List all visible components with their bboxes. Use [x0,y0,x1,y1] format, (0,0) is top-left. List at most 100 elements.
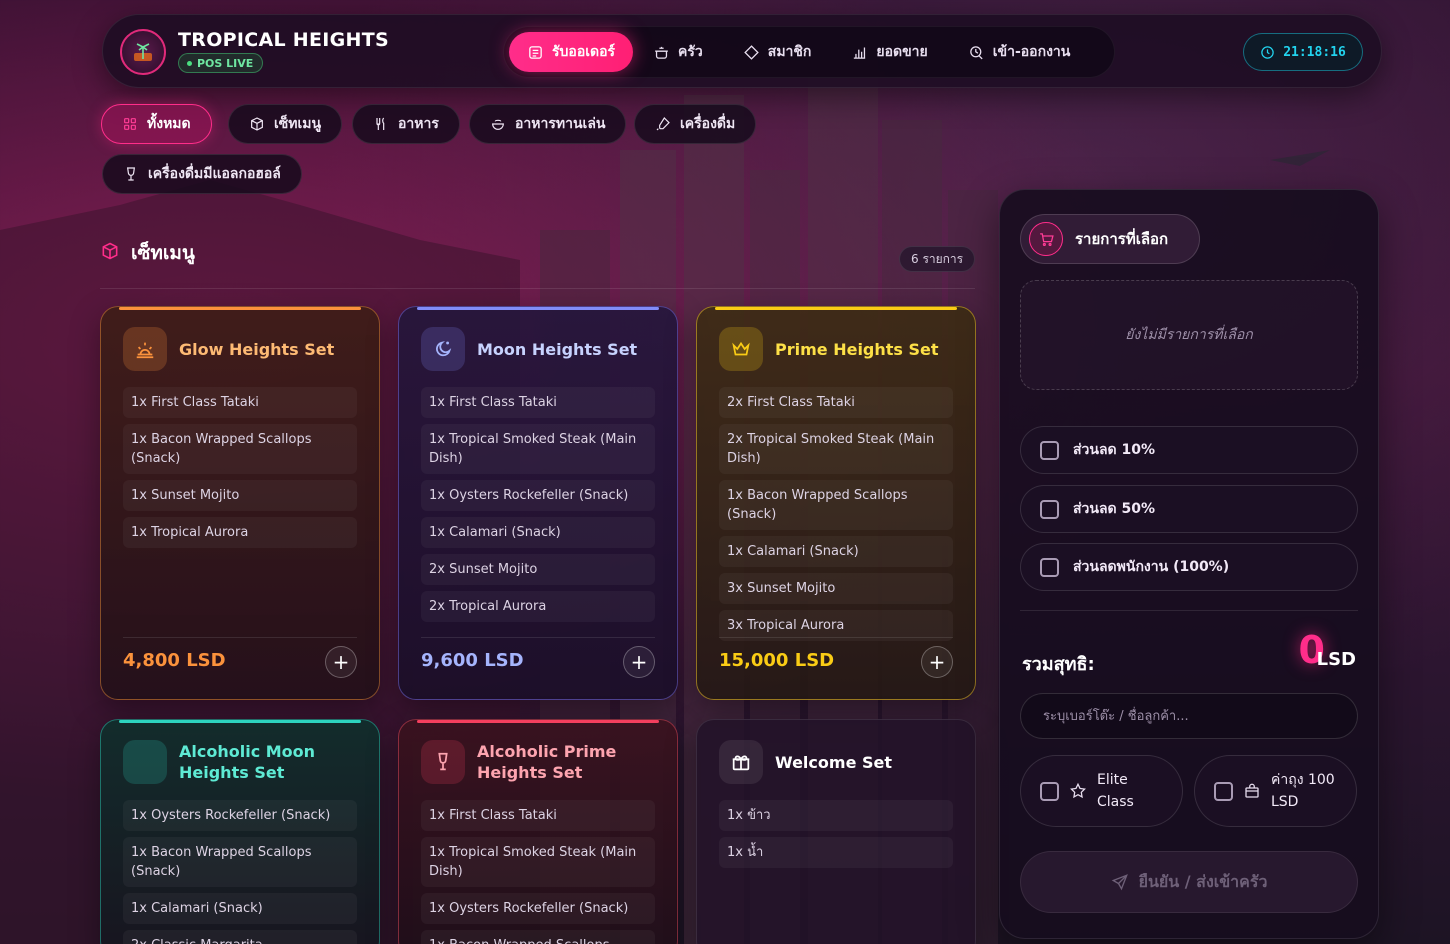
category-drinks[interactable]: เครื่องดื่ม [634,104,757,144]
set-card-glow[interactable]: Glow Heights Set 1x First Class Tataki 1… [100,306,380,700]
card-item: 1x Oysters Rockefeller (Snack) [421,480,655,511]
nav-orders-label: รับออเดอร์ [552,44,616,60]
customer-input[interactable] [1020,693,1358,739]
nav-orders[interactable]: รับออเดอร์ [509,32,634,72]
confirm-send-button[interactable]: ยืนยัน / ส่งเข้าครัว [1020,851,1358,913]
card-items: 1x Oysters Rockefeller (Snack) 1x Bacon … [123,800,357,944]
confirm-label: ยืนยัน / ส่งเข้าครัว [1138,871,1268,891]
bag-fee-checkbox[interactable] [1214,781,1233,801]
card-divider [123,637,357,638]
nav-members[interactable]: สมาชิก [723,32,832,72]
section-title: เซ็ทเมนู [131,242,195,264]
card-icon-box [421,327,465,371]
card-title: Glow Heights Set [179,339,335,359]
card-items: 2x First Class Tataki 2x Tropical Smoked… [719,387,953,641]
card-item: 1x Calamari (Snack) [719,536,953,567]
card-accent-line [417,720,659,723]
elite-class-label: Elite Class [1097,772,1134,810]
card-item: 1x Bacon Wrapped Scallops (Snack) [123,837,357,887]
card-accent-line [119,720,361,723]
nav-timeclock[interactable]: เข้า-ออกงาน [948,32,1091,72]
set-card-moon[interactable]: Moon Heights Set 1x First Class Tataki 1… [398,306,678,700]
elite-class-checkbox[interactable] [1040,781,1059,801]
elite-class-option[interactable]: Elite Class [1020,755,1183,827]
bar-chart-icon [854,47,866,59]
card-items: 1x First Class Tataki 1x Tropical Smoked… [421,387,655,622]
category-snacks[interactable]: อาหารทานเล่น [469,104,627,144]
star-icon [1070,782,1086,799]
bowl-icon [492,119,504,130]
bottle-icon [656,117,670,131]
diamond-icon [744,44,759,60]
cart-header: รายการที่เลือก [1020,214,1200,264]
card-items: 1x ข้าว 1x น้ำ [719,800,953,868]
bag-fee-option[interactable]: ค่าถุง 100 LSD [1194,755,1357,827]
card-item: 1x First Class Tataki [421,800,655,831]
receipt-icon [529,45,542,59]
add-to-cart-button[interactable]: + [921,646,953,678]
category-alcohol[interactable]: เครื่องดื่มมีแอลกอฮอล์ [102,154,302,194]
category-alcohol-label: เครื่องดื่มมีแอลกอฮอล์ [148,166,281,182]
card-title: Alcoholic Moon Heights Set [179,742,316,782]
send-icon [1111,874,1128,891]
card-title: Prime Heights Set [775,339,939,359]
category-drinks-label: เครื่องดื่ม [680,116,736,132]
net-total-unit: LSD [1316,649,1356,670]
card-title: Alcoholic Prime Heights Set [477,742,617,782]
card-item: 1x Bacon Wrapped Scallops (Snack) [123,424,357,474]
card-item: 1x Bacon Wrapped Scallops [421,930,655,944]
box-icon [102,242,118,260]
set-card-alcoholic-moon[interactable]: Alcoholic Moon Heights Set 1x Oysters Ro… [100,719,380,944]
card-accent-line [417,307,659,310]
add-to-cart-button[interactable]: + [325,646,357,678]
card-item: 1x Bacon Wrapped Scallops (Snack) [719,480,953,530]
category-snacks-label: อาหารทานเล่น [515,116,606,132]
section-count-badge: 6 รายการ [899,246,976,272]
card-title: Moon Heights Set [477,339,638,359]
card-item: 1x First Class Tataki [421,387,655,418]
discount-50-checkbox[interactable] [1040,499,1059,519]
card-item: 1x Sunset Mojito [123,480,357,511]
card-icon-box [421,740,465,784]
category-food[interactable]: อาหาร [352,104,460,144]
add-to-cart-button[interactable]: + [623,646,655,678]
cart-icon-circle [1029,222,1063,256]
category-all[interactable]: ทั้งหมด [101,104,212,144]
discount-staff-label: ส่วนลดพนักงาน (100%) [1073,559,1230,575]
palm-logo-icon [134,43,152,61]
card-icon-box [123,740,167,784]
discount-50-option[interactable]: ส่วนลด 50% [1020,485,1358,533]
set-card-alcoholic-prime[interactable]: Alcoholic Prime Heights Set 1x First Cla… [398,719,678,944]
card-item: 2x First Class Tataki [719,387,953,418]
cart-empty-message: ยังไม่มีรายการที่เลือก [1020,280,1358,390]
category-all-label: ทั้งหมด [147,116,191,132]
cart-title: รายการที่เลือก [1075,230,1169,248]
pot-icon [655,46,668,59]
discount-10-checkbox[interactable] [1040,440,1059,460]
discount-staff-checkbox[interactable] [1040,557,1059,577]
discount-staff-option[interactable]: ส่วนลดพนักงาน (100%) [1020,543,1358,591]
discount-10-option[interactable]: ส่วนลด 10% [1020,426,1358,474]
category-set-menu[interactable]: เซ็ทเมนู [228,104,343,144]
set-card-welcome[interactable]: Welcome Set 1x ข้าว 1x น้ำ [696,719,976,944]
live-badge-label: POS LIVE [197,56,254,70]
card-icon-box [123,327,167,371]
card-item: 1x Tropical Smoked Steak (Main Dish) [421,837,655,887]
category-food-label: อาหาร [398,116,439,132]
set-card-prime[interactable]: Prime Heights Set 2x First Class Tataki … [696,306,976,700]
brand-name: TROPICAL HEIGHTS [178,29,389,51]
card-item: 1x First Class Tataki [123,387,357,418]
card-item: 1x Tropical Aurora [123,517,357,548]
card-item: 2x Classic Margarita [123,930,357,944]
card-item: 1x Calamari (Snack) [123,893,357,924]
top-bar: TROPICAL HEIGHTS POS LIVE รับออเดอร์ ครั… [102,14,1382,88]
wine-glass-icon [126,167,136,181]
net-total-label: รวมสุทธิ: [1022,654,1095,675]
nav-members-label: สมาชิก [767,44,812,60]
card-item: 2x Sunset Mojito [421,554,655,585]
card-icon-box [719,327,763,371]
section-divider [100,288,975,289]
nav-sales[interactable]: ยอดขาย [831,32,947,72]
live-status-badge: POS LIVE [178,53,264,73]
nav-kitchen[interactable]: ครัว [633,32,723,72]
